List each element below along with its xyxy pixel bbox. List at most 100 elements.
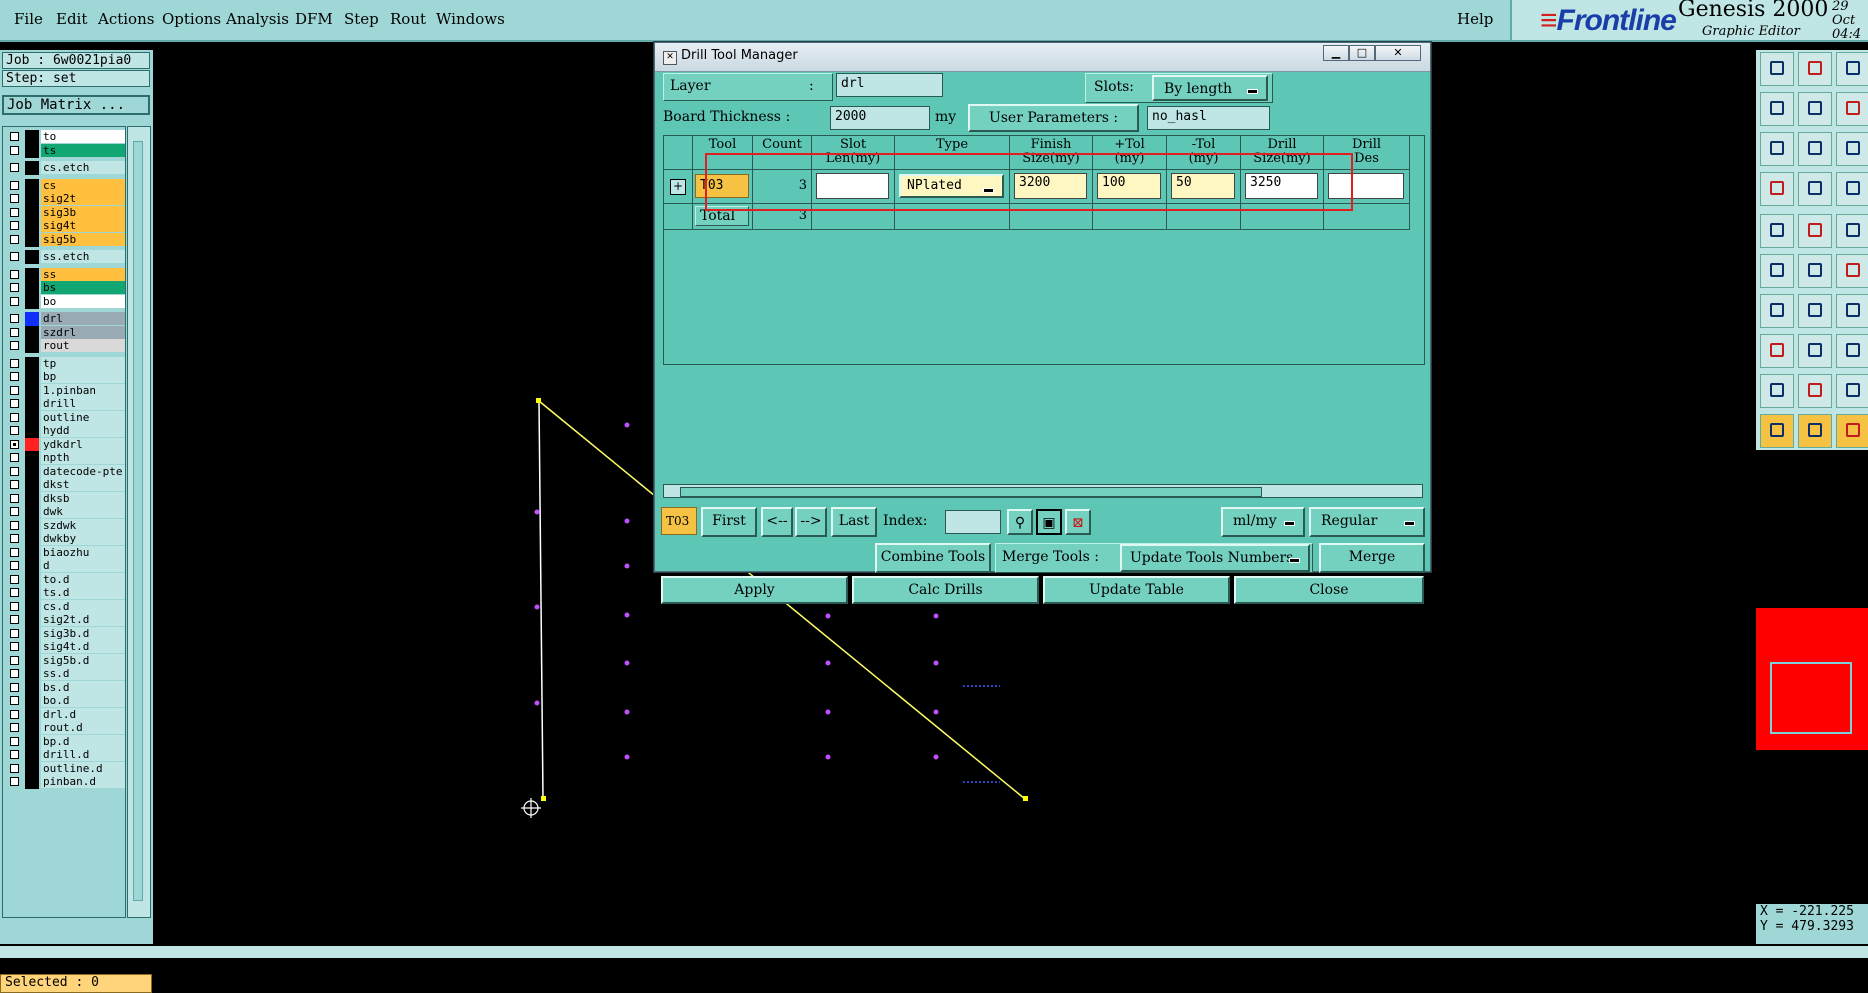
layer-name[interactable]: szdwk [41,518,125,532]
layer-name[interactable]: npth [41,451,125,464]
link-button[interactable] [1836,334,1868,368]
download-button[interactable] [1798,52,1832,86]
menu-help[interactable]: Help [1457,10,1493,28]
units-dropdown[interactable]: ml/my [1221,507,1305,537]
connect-button[interactable] [1836,254,1868,288]
first-button[interactable]: First [701,507,757,537]
layer-name[interactable]: tp [41,356,125,370]
layer-checkbox[interactable] [10,385,19,395]
layer-name[interactable]: sig3b [41,205,125,219]
layer-name[interactable]: ts.d [41,586,125,599]
layer-row[interactable]: drl [3,312,125,326]
layer-row[interactable]: sig3b [3,205,125,220]
slots-dropdown[interactable]: By length [1152,75,1268,101]
layer-checkbox[interactable] [10,252,19,261]
layer-checkbox[interactable] [10,372,19,381]
expand-icon[interactable]: + [670,179,686,195]
menu-options[interactable]: Options [162,10,221,28]
layer-checkbox[interactable] [10,283,19,292]
layer-row[interactable]: outline [3,410,125,425]
layer-checkbox[interactable] [10,655,19,665]
layer-checkbox[interactable] [10,194,19,203]
layer-name[interactable]: sig2t [41,192,125,205]
layer-row[interactable]: dkst [3,478,125,492]
close-window-button[interactable]: ✕ [1375,45,1421,61]
layer-row[interactable]: drill.d [3,748,125,762]
layer-name[interactable]: dkst [41,478,125,491]
layer-checkbox[interactable] [10,723,19,732]
layer-name[interactable]: hydd [41,424,125,437]
layer-name[interactable]: ts [41,143,125,157]
layer-row[interactable]: szdrl [3,325,125,340]
combine-tools-button[interactable]: Combine Tools [875,543,991,573]
settings-button[interactable] [1760,172,1794,206]
layer-name[interactable]: d [41,559,125,572]
right-out-button[interactable] [1798,92,1832,126]
layer-checkbox[interactable] [10,466,19,476]
layer-row[interactable]: drl.d [3,707,125,722]
layer-name[interactable]: bo [41,294,125,308]
layer-checkbox[interactable] [10,642,19,651]
layer-row[interactable]: bo.d [3,694,125,708]
layer-row[interactable]: sig2t [3,192,125,206]
menu-actions[interactable]: Actions [98,10,154,28]
layer-row[interactable]: sig2t.d [3,613,125,627]
layer-name[interactable]: outline [41,410,125,424]
layer-checkbox[interactable] [10,163,19,172]
index-input[interactable] [945,510,1001,534]
layer-row[interactable]: bo [3,294,125,309]
menu-rout[interactable]: Rout [390,10,426,28]
layer-name[interactable]: sig4t [41,219,125,232]
layer-input[interactable]: drl [836,73,943,97]
layer-row[interactable]: cs.etch [3,161,125,175]
arc-button[interactable] [1836,294,1868,328]
pointer-right-button[interactable] [1836,414,1868,448]
layer-name[interactable]: bp [41,370,125,383]
layer-name[interactable]: bs [41,281,125,294]
layer-name[interactable]: ss.etch [41,250,125,263]
grid-button[interactable] [1798,172,1832,206]
maximize-button[interactable]: □ [1349,45,1375,61]
layer-name[interactable]: drill [41,397,125,410]
layer-row[interactable]: hydd [3,424,125,438]
layer-name[interactable]: bp.d [41,734,125,748]
layer-checkbox[interactable] [10,132,19,141]
layer-row[interactable]: szdwk [3,518,125,533]
shape-button[interactable] [1836,374,1868,408]
layer-name[interactable]: drill.d [41,748,125,761]
lamp-icon-button[interactable]: ⚲ [1007,509,1033,535]
layer-checkbox[interactable] [10,628,19,638]
layer-checkbox[interactable] [10,439,19,449]
layer-checkbox[interactable] [10,453,19,462]
layer-name[interactable]: drl [41,312,125,325]
layer-checkbox[interactable] [10,682,19,692]
fit-button[interactable] [1760,132,1794,166]
layer-row[interactable]: biaozhu [3,545,125,560]
layer-name[interactable]: to [41,130,125,143]
last-button[interactable]: Last [831,507,877,537]
layer-row[interactable]: bs [3,281,125,295]
minimize-button[interactable]: ▁ [1323,45,1349,61]
layer-checkbox[interactable] [10,777,19,786]
left-in-button[interactable] [1760,92,1794,126]
layer-checkbox[interactable] [10,358,19,368]
board-thickness-input[interactable]: 2000 [830,106,930,130]
cut-button[interactable] [1798,254,1832,288]
layer-name[interactable]: biaozhu [41,545,125,559]
user-parameters-button[interactable]: User Parameters : [968,104,1139,132]
layer-row[interactable]: ss [3,267,125,282]
layer-row[interactable]: ss.etch [3,250,125,264]
upload-button[interactable] [1760,52,1794,86]
layer-name[interactable]: rout [41,339,125,352]
layer-row[interactable]: datecode-pte [3,464,125,479]
node-button[interactable] [1760,254,1794,288]
layer-checkbox[interactable] [10,588,19,597]
layer-checkbox[interactable] [10,669,19,678]
layer-checkbox[interactable] [10,601,19,611]
pointer-alt-button[interactable] [1798,414,1832,448]
layer-checkbox[interactable] [10,480,19,489]
layer-name[interactable]: dksb [41,491,125,505]
save-icon-button[interactable]: ▣ [1036,509,1062,535]
dialog-titlebar[interactable]: ✕ Drill Tool Manager ▁ □ ✕ [655,43,1430,72]
menu-windows[interactable]: Windows [436,10,505,28]
